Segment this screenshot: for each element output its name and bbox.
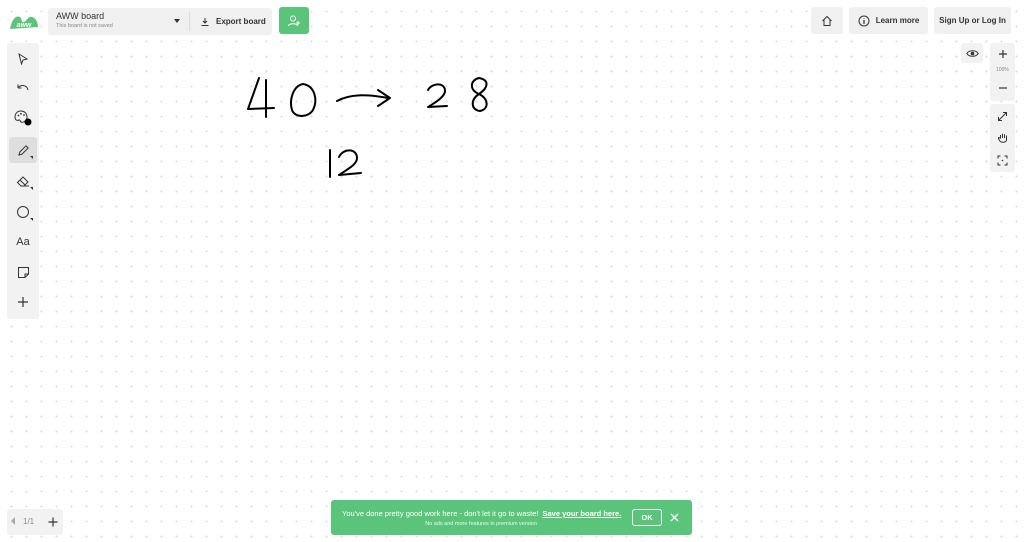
learn-more-button[interactable]: Learn more: [849, 7, 928, 34]
board-save-status: This board is not saved: [56, 23, 113, 29]
view-mode-button[interactable]: [961, 43, 983, 63]
board-name[interactable]: AWW board: [56, 11, 104, 21]
handwritten-digit-4: [247, 77, 275, 118]
add-user-icon: [288, 15, 300, 26]
board-title-box[interactable]: AWW board This board is not saved Export…: [48, 8, 272, 35]
text-tool-label: Aa: [16, 236, 30, 248]
focus-button[interactable]: [990, 150, 1015, 170]
select-tool[interactable]: [9, 46, 37, 72]
handwritten-digit-8: [470, 77, 488, 112]
drawing-toolbar: Aa: [7, 43, 39, 319]
svg-text:aww: aww: [17, 22, 32, 29]
board-menu-caret-icon[interactable]: [174, 19, 180, 23]
aww-logo[interactable]: aww: [8, 11, 40, 33]
close-icon: [670, 513, 678, 521]
learn-more-label: Learn more: [875, 16, 920, 25]
signup-login-label: Sign Up or Log In: [939, 16, 1006, 25]
page-navigation: 1/1: [7, 509, 63, 535]
banner-subtext: No ads and more features in premium vers…: [425, 521, 537, 527]
save-board-banner: You've done pretty good work here - don'…: [331, 500, 692, 535]
zoom-controls: 100%: [990, 43, 1015, 101]
page-indicator: 1/1: [23, 517, 35, 526]
palette-icon: [14, 110, 32, 126]
export-board-button[interactable]: Export board: [192, 8, 272, 35]
handwritten-digit-2: [338, 149, 362, 176]
expand-icon: [998, 111, 1007, 121]
fit-screen-button[interactable]: [990, 106, 1015, 126]
pencil-icon: [17, 144, 29, 156]
home-icon: [822, 15, 832, 26]
plus-icon: [48, 517, 58, 527]
eraser-icon: [16, 176, 29, 187]
minus-icon: [998, 87, 1007, 89]
save-board-link[interactable]: Save your board here.: [542, 509, 621, 518]
plus-icon: [998, 50, 1007, 58]
signup-login-button[interactable]: Sign Up or Log In: [934, 7, 1011, 34]
add-tool-button[interactable]: [9, 289, 37, 315]
undo-button[interactable]: [9, 76, 37, 102]
handwritten-digit-2: [427, 83, 448, 108]
pan-tool-button[interactable]: [990, 128, 1015, 148]
text-tool[interactable]: Aa: [9, 229, 37, 255]
eye-icon: [965, 49, 979, 57]
info-icon: [858, 15, 870, 26]
hand-icon: [997, 133, 1007, 143]
banner-close-button[interactable]: [667, 510, 681, 524]
cursor-icon: [18, 53, 29, 65]
zoom-in-button[interactable]: [990, 45, 1015, 63]
banner-message: You've done pretty good work here - don'…: [342, 509, 539, 518]
export-board-label: Export board: [216, 17, 266, 26]
banner-message-line: You've done pretty good work here - don'…: [342, 509, 621, 518]
home-button[interactable]: [811, 7, 843, 34]
handwritten-digit-0: [290, 83, 317, 117]
color-picker-tool[interactable]: [9, 105, 37, 131]
divider: [189, 12, 190, 31]
zoom-level: 100%: [996, 67, 1009, 73]
sticky-note-icon: [17, 266, 29, 278]
banner-ok-button[interactable]: OK: [632, 509, 662, 526]
focus-icon: [997, 155, 1008, 165]
eraser-tool[interactable]: [9, 168, 37, 194]
previous-page-icon[interactable]: [11, 517, 15, 525]
whiteboard-canvas[interactable]: [0, 0, 1024, 542]
add-page-button[interactable]: [45, 514, 61, 530]
handwritten-arrow: [336, 89, 391, 107]
zoom-out-button[interactable]: [990, 79, 1015, 97]
view-controls: [990, 104, 1015, 172]
shape-tool[interactable]: [9, 199, 37, 225]
pen-tool[interactable]: [9, 137, 37, 163]
download-icon: [201, 17, 209, 26]
invite-user-button[interactable]: [279, 7, 309, 34]
sticky-note-tool[interactable]: [9, 259, 37, 285]
plus-icon: [18, 297, 28, 307]
circle-icon: [17, 206, 29, 218]
undo-icon: [17, 84, 29, 91]
